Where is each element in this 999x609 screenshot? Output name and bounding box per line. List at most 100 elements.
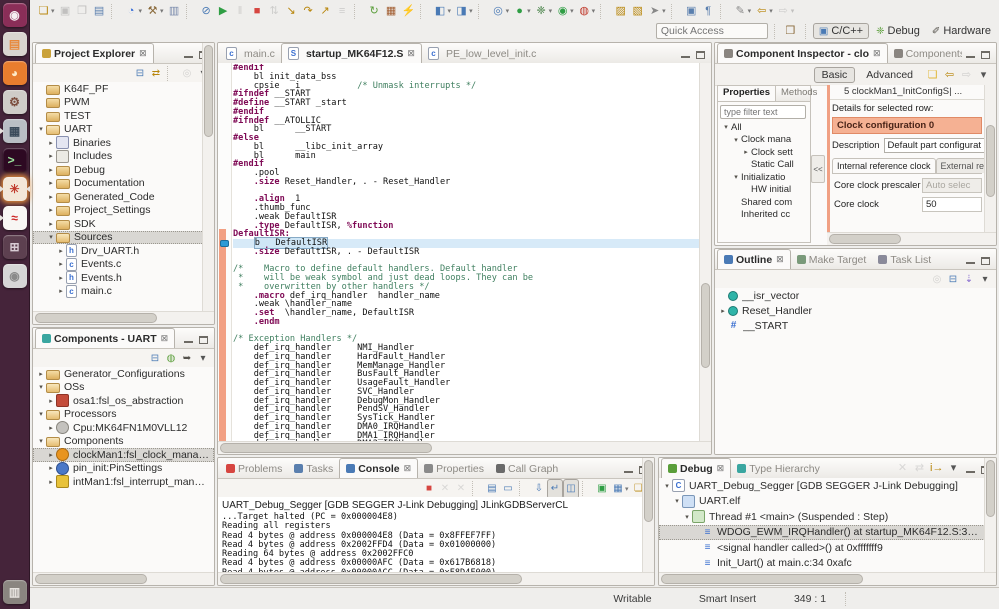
tree-item-intman1-fsl-interrupt-manager[interactable]: ▸intMan1:fsl_interrupt_manager [33,475,214,489]
close-tab-icon[interactable]: ⊠ [776,254,784,265]
dropdown-arrow-icon[interactable]: ▾ [139,7,143,15]
tree-item-sources[interactable]: ▾Sources [33,231,214,245]
tree-item-pin-init-pinsettings[interactable]: ▸pin_init:PinSettings [33,462,214,476]
expand-arrow-icon[interactable]: ▾ [46,233,56,241]
tree-item-inherited-cc[interactable]: Inherited cc [718,209,810,222]
peripherals-registers-button[interactable]: ▦ [383,1,400,21]
tree-item-init-uart-at-main-c-34-0xafc[interactable]: Init_Uart() at main.c:34 0xafc [659,556,985,572]
close-tab-icon[interactable]: ⊠ [717,463,725,474]
outline-tree[interactable]: __isr_vector▸Reset_Handler __START [715,288,996,454]
tree-item-isr-vector[interactable]: __isr_vector [715,288,996,303]
tree-item-components[interactable]: ▾Components [33,435,214,449]
view-menu-button[interactable]: ▾ [945,458,962,478]
refresh-debug-views-button[interactable]: ↻ [366,1,383,21]
expand-arrow-icon[interactable]: ▸ [46,451,56,459]
step-over-button[interactable]: ↷ [300,1,317,21]
horizontal-scrollbar[interactable] [659,572,996,585]
vertical-scrollbar[interactable] [202,43,214,312]
collapse-all-button[interactable]: ⊟ [147,349,163,369]
tab-components-uart[interactable]: Components - UART⊠ [35,328,175,348]
minimize-icon[interactable] [966,52,975,58]
tab-call-graph[interactable]: Call Graph [490,459,564,478]
system-settings-launcher-icon[interactable]: ⚙ [2,89,28,115]
minimize-icon[interactable] [624,467,633,473]
tree-item-uart-debug-segger-gdb-segger-j-link-debugging[interactable]: ▾UART_Debug_Segger [GDB SEGGER J-Link De… [659,478,985,494]
disk-utility-launcher-icon[interactable]: ◉ [2,263,28,289]
view-menu-button[interactable]: ▾ [975,65,992,85]
view-menu-button[interactable]: ▾ [977,270,993,290]
workspace-switcher-launcher-icon[interactable]: ⊞ [2,234,28,260]
tab-main-c[interactable]: main.c [220,44,281,63]
dropdown-arrow-icon[interactable]: ▾ [448,7,452,15]
tree-item-uart-elf[interactable]: ▾UART.elf [659,494,985,510]
scroll-lock-button[interactable]: ⇩ [531,479,547,499]
link-with-editor-button[interactable]: ⇄ [148,64,164,84]
coverage-button[interactable]: ●▾ [511,1,533,21]
tree-item-generated-code[interactable]: ▸Generated_Code [33,190,214,204]
collapse-all-button[interactable]: ⊟ [132,64,148,84]
tree-item-oss[interactable]: ▾OSs [33,381,214,395]
expand-arrow-icon[interactable]: ▸ [46,220,56,228]
expand-arrow-icon[interactable]: ▸ [46,478,56,486]
code-area[interactable]: #endif bl init_data_bss cpsie i /* Unmas… [233,64,699,442]
screenshot-gallery-button[interactable]: ◨▾ [453,1,475,21]
tree-item-shared-com[interactable]: Shared com [718,196,810,209]
tree-item-binaries[interactable]: ▸Binaries [33,136,214,150]
perspective-debug[interactable]: ❈Debug [871,23,925,39]
expand-arrow-icon[interactable]: ▸ [46,464,56,472]
dropdown-arrow-icon[interactable]: ▾ [549,7,553,15]
advanced-button[interactable]: Advanced [858,67,921,83]
dropdown-arrow-icon[interactable]: ▾ [592,7,596,15]
dropdown-arrow-icon[interactable]: ▾ [570,7,574,15]
tree-item-project-settings[interactable]: ▸Project_Settings [33,204,214,218]
help-tip-button[interactable]: ❏ [924,65,941,85]
step-into-button[interactable]: ↘ [283,1,300,21]
close-tab-icon[interactable]: ⊠ [139,48,147,59]
tree-item-cpu-mk64fn1m0vll12[interactable]: ▸Cpu:MK64FN1M0VLL12 [33,421,214,435]
minimize-icon[interactable] [966,258,975,264]
tab-problems[interactable]: Problems [220,459,288,478]
horizontal-scrollbar[interactable] [33,572,214,585]
copy-log-button[interactable]: ▤ [484,479,500,499]
close-tab-icon[interactable]: ⊠ [404,463,412,474]
expand-arrow-icon[interactable]: ▸ [46,139,56,147]
close-tab-icon[interactable]: ⊠ [873,48,881,59]
expand-arrow-icon[interactable]: ▸ [56,287,66,295]
step-return-button[interactable]: ↗ [317,1,334,21]
dropdown-arrow-icon[interactable]: ▾ [160,7,164,15]
minimize-icon[interactable] [184,52,193,58]
expand-arrow-icon[interactable]: ▸ [46,397,56,405]
flash-programmer-button[interactable]: ⚡ [400,1,417,21]
tree-item-events-c[interactable]: ▸Events.c [33,258,214,272]
import-component-button[interactable]: ➥ [179,349,195,369]
tab-project-explorer[interactable]: Project Explorer⊠ [35,43,154,63]
calculator-launcher-icon[interactable]: ▦ [2,118,28,144]
expand-arrow-icon[interactable]: ▾ [36,383,46,391]
tree-item-hw-initial[interactable]: HW initial [718,184,810,197]
word-wrap-button[interactable]: ↵ [547,479,563,499]
tab-make-target[interactable]: Make Target [791,250,873,269]
expand-arrow-icon[interactable]: ▸ [56,260,66,268]
expand-arrow-icon[interactable]: ▸ [741,148,751,156]
debug-configurations-button[interactable]: ◔▾ [123,1,145,21]
filter-input[interactable] [720,105,806,119]
tab-components-library[interactable]: Components Library [888,44,962,63]
tree-item-includes[interactable]: ▸Includes [33,150,214,164]
tree-item-documentation[interactable]: ▸Documentation [33,177,214,191]
expand-arrow-icon[interactable]: ▸ [718,307,728,315]
quick-access-input[interactable] [656,23,768,39]
tree-item-drv-uart-h[interactable]: ▸Drv_UART.h [33,244,214,258]
project-explorer-tree[interactable]: K64F_PF PWM TEST▾UART▸Binaries▸Includes▸… [33,82,214,312]
expand-arrow-icon[interactable]: ▾ [731,173,741,181]
tree-item-debug[interactable]: ▸Debug [33,163,214,177]
description-dropdown[interactable]: Default part configurat [884,138,984,153]
dropdown-arrow-icon[interactable]: ▾ [469,7,473,15]
tab-outline[interactable]: Outline⊠ [717,249,791,269]
dropdown-arrow-icon[interactable]: ▾ [662,7,666,15]
terminal-launcher-icon[interactable]: >_ [2,147,28,173]
show-frame-info-button[interactable]: i→ [928,458,945,478]
tab-methods[interactable]: Methods [776,86,822,101]
maximize-icon[interactable] [981,257,990,265]
terminate-button[interactable]: ■ [249,1,266,21]
expand-arrow-icon[interactable]: ▸ [46,179,56,187]
